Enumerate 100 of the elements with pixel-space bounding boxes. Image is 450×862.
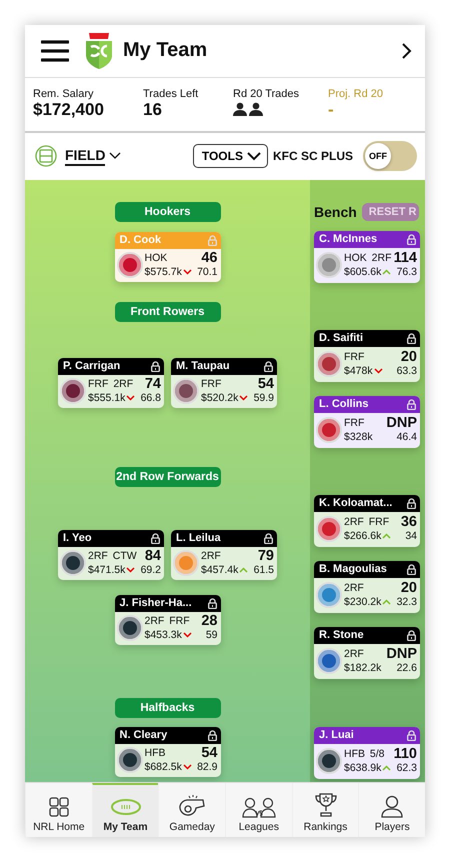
shield-logo (85, 32, 113, 69)
tools-dropdown[interactable]: TOOLS (192, 144, 268, 168)
player-name: L. Collins (319, 398, 368, 410)
player-name: J. Fisher-Ha... (120, 597, 192, 610)
player-positions: FRF (201, 377, 222, 392)
player-price: $457.4k (201, 563, 238, 578)
player-card[interactable]: C. McInnes HOK 2RF $605.6k 114 76.3 (314, 230, 420, 283)
field-view-icon[interactable] (35, 145, 57, 168)
player-price: $266.6k (344, 529, 382, 544)
player-score: 110 (394, 747, 417, 762)
player-name: N. Cleary (120, 729, 168, 742)
stat-label: Proj. Rd 20 (328, 88, 384, 100)
player-card[interactable]: M. Taupau FRF $520.2k 54 59.9 (171, 358, 277, 408)
whistle-icon (177, 794, 208, 818)
player-name: P. Carrigan (63, 360, 120, 372)
player-card[interactable]: I. Yeo 2RF CTW $471.5k 84 69.2 (58, 530, 164, 580)
player-card[interactable]: B. Magoulias 2RF $230.2k 20 32.3 (314, 560, 420, 613)
nav-tab[interactable]: Leagues (225, 783, 292, 837)
player-card[interactable]: L. Collins FRF $328k DNP 46.4 (314, 396, 420, 448)
player-card[interactable]: J. Luai HFB 5/8 $638.9k 110 62.3 (314, 726, 420, 779)
player-price: $453.3k (144, 628, 182, 642)
player-score: 74 (144, 377, 161, 392)
player-card[interactable]: K. Koloamat... 2RF FRF $266.6k 36 34 (314, 494, 420, 547)
lock-icon (407, 498, 416, 509)
chevron-down-icon[interactable] (109, 152, 122, 160)
person-icon (380, 794, 404, 818)
nav-tab[interactable]: NRL Home (25, 783, 92, 837)
player-positions: 2RF FRF (344, 515, 390, 530)
player-score: 114 (394, 251, 417, 266)
player-name: M. Taupau (176, 360, 230, 372)
player-name: L. Leilua (176, 532, 221, 544)
person-icon (249, 102, 263, 116)
lock-icon (407, 630, 416, 641)
nav-tab[interactable]: Players (358, 783, 425, 837)
player-score: 28 (201, 614, 218, 628)
player-name: R. Stone (319, 629, 364, 642)
trend-down-icon (126, 567, 136, 574)
player-price: $682.5k (144, 760, 182, 774)
player-card[interactable]: R. Stone 2RF $182.2k DNP 22.6 (314, 626, 420, 679)
player-card[interactable]: P. Carrigan FRF 2RF $555.1k 74 66.8 (58, 358, 164, 408)
player-card[interactable]: J. Fisher-Ha... 2RF FRF $453.3k 28 59 (114, 594, 220, 645)
trend-up-icon (382, 765, 392, 772)
player-average: 82.9 (197, 760, 218, 774)
player-price: $638.9k (344, 761, 382, 776)
player-positions: 2RF (344, 647, 365, 662)
player-price: $605.6k (344, 265, 382, 280)
trend-up-icon (239, 567, 248, 574)
player-score: DNP (386, 416, 417, 430)
player-card[interactable]: L. Leilua 2RF $457.4k 79 61.5 (171, 530, 277, 580)
trend-down-icon (126, 395, 136, 402)
trend-up-icon (382, 269, 392, 276)
player-average: 62.3 (396, 761, 417, 776)
player-positions: 2RF CTW (88, 549, 138, 564)
trend-down-icon (239, 395, 248, 402)
page-title: My Team (123, 39, 208, 62)
player-average: 63.3 (396, 364, 417, 378)
player-price: $555.1k (88, 391, 126, 406)
player-positions: FRF (344, 350, 366, 364)
nav-tab[interactable]: My Team (92, 783, 158, 837)
player-score: 54 (201, 746, 218, 760)
lock-icon (407, 564, 416, 575)
lock-icon (407, 332, 416, 344)
person-icon (233, 102, 247, 116)
trophy-icon (314, 792, 338, 818)
position-label: Halfbacks (114, 698, 220, 718)
player-price: $230.2k (344, 595, 382, 610)
player-card[interactable]: N. Cleary HFB $682.5k 54 82.9 (114, 726, 220, 777)
player-positions: 2RF (201, 549, 222, 564)
player-score: 54 (258, 377, 274, 392)
player-name: J. Luai (319, 729, 354, 742)
view-selector[interactable]: FIELD (65, 146, 106, 166)
player-average: 69.2 (140, 563, 161, 578)
player-score: DNP (386, 647, 417, 662)
player-average: 46.4 (396, 430, 417, 444)
player-positions: 2RF FRF (144, 614, 191, 628)
player-score: 84 (144, 549, 161, 564)
chevron-down-icon (246, 152, 261, 161)
position-label: Hookers (114, 202, 220, 222)
player-score: 36 (400, 515, 417, 530)
player-price: $328k (344, 430, 373, 444)
player-name: B. Magoulias (319, 563, 387, 576)
versus-people-icon (242, 796, 276, 818)
player-price: $182.2k (344, 661, 382, 676)
player-score: 46 (201, 251, 218, 266)
player-name: C. McInnes (319, 233, 378, 246)
player-average: 70.1 (197, 265, 218, 280)
lock-icon (407, 730, 416, 741)
nav-tab[interactable]: Rankings (292, 783, 358, 837)
plus-toggle[interactable]: OFF (363, 141, 417, 172)
trend-down-icon (374, 368, 383, 374)
grid-icon (48, 796, 70, 818)
bench-title: Bench (314, 204, 357, 220)
menu-icon[interactable] (41, 40, 69, 62)
player-card[interactable]: D. Cook HOK $575.7k 46 70.1 (114, 232, 220, 282)
chevron-right-icon[interactable] (401, 42, 413, 60)
player-card[interactable]: D. Saifiti FRF $478k 20 63.3 (314, 330, 420, 382)
lock-icon (208, 234, 216, 246)
nav-tab[interactable]: Gameday (158, 783, 226, 837)
player-name: D. Cook (120, 234, 162, 246)
stat-label: Trades Left (143, 88, 200, 100)
